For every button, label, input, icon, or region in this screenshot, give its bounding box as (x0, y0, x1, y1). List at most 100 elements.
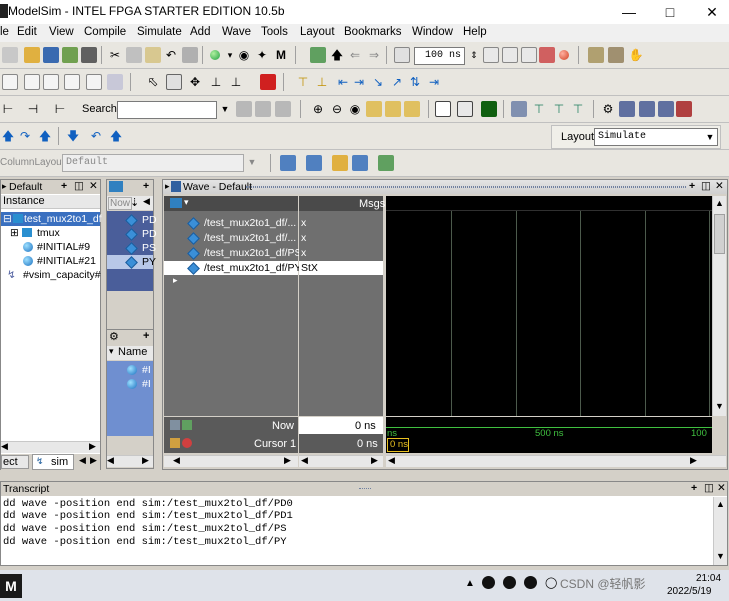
eraser-icon[interactable] (107, 74, 123, 90)
format-3-icon[interactable] (481, 101, 497, 117)
menu-help[interactable]: Help (463, 26, 487, 38)
hand-icon[interactable]: ✋ (628, 47, 644, 63)
scroll-right-icon[interactable]: ▶ (142, 455, 149, 466)
open-folder-icon[interactable] (24, 47, 40, 63)
binoculars-icon[interactable]: ◉ (236, 47, 252, 63)
table-icon[interactable] (658, 101, 674, 117)
menu-edit[interactable]: Edit (17, 26, 37, 38)
tree-item-initial-21[interactable]: #INITIAL#21 (1, 254, 100, 268)
close-panel-icon[interactable]: ✕ (89, 180, 98, 192)
menu-compile[interactable]: Compile (84, 26, 126, 38)
menu-layout[interactable]: Layout (300, 26, 335, 38)
search-prev-icon[interactable] (255, 101, 271, 117)
wave-expand-icon[interactable]: ⊢ (0, 101, 16, 117)
zoom-out-icon[interactable]: ⊖ (329, 101, 345, 117)
scroll-left-icon[interactable]: ◀ (1, 441, 8, 452)
menu-file[interactable]: le (0, 26, 9, 38)
edit-bars-icon[interactable]: ⊥ (208, 74, 224, 90)
add-wave-icon[interactable] (280, 155, 296, 171)
run-icon[interactable] (483, 47, 499, 63)
zoom-in-icon[interactable]: ⊕ (310, 101, 326, 117)
cut-icon[interactable]: ✂ (107, 47, 123, 63)
wifi-icon[interactable]: ◯ (545, 576, 557, 589)
tab-scroll-left-icon[interactable]: ◀ (79, 455, 86, 466)
menu-wave[interactable]: Wave (222, 26, 251, 38)
memory-icon[interactable] (619, 101, 635, 117)
waveform-2-icon[interactable]: ⊤ (551, 101, 567, 117)
delete-cursor-icon[interactable]: ⊥ (314, 74, 330, 90)
names-hscrollbar[interactable]: ◀ ▶ (164, 455, 298, 467)
search-options-icon[interactable] (275, 101, 291, 117)
up-arrow-icon[interactable]: 🡅 (329, 47, 345, 63)
wave-collapse-icon[interactable]: ⊣ (25, 101, 41, 117)
process-item[interactable]: #I (107, 363, 153, 377)
object-item-py[interactable]: PY (107, 255, 156, 269)
new-icon[interactable] (2, 47, 18, 63)
step-back-out-icon[interactable]: 🡅 (108, 128, 124, 144)
objects-scroll-icon[interactable]: ◀ (143, 196, 150, 207)
menu-window[interactable]: Window (412, 26, 453, 38)
step-out-icon[interactable]: 🡅 (37, 128, 53, 144)
structure-hscrollbar[interactable]: ◀ ▶ (1, 441, 100, 453)
dock-icon[interactable]: + (691, 482, 697, 494)
delete-cursor-icon[interactable] (182, 438, 192, 448)
step-icon[interactable] (588, 47, 604, 63)
move-icon[interactable]: ✥ (187, 74, 203, 90)
search-dropdown-icon[interactable]: ▼ (217, 101, 233, 117)
stop-icon[interactable] (559, 50, 569, 60)
menu-add[interactable]: Add (190, 26, 210, 38)
toggle-1-icon[interactable] (2, 74, 18, 90)
forward-arrow-icon[interactable]: ⇒ (366, 47, 382, 63)
process-item[interactable]: #I (107, 377, 153, 391)
maximize-button[interactable]: □ (656, 2, 684, 22)
undo-icon[interactable]: ↶ (163, 47, 179, 63)
waveform-3-icon[interactable]: ⊤ (570, 101, 586, 117)
print-icon[interactable] (81, 47, 97, 63)
scroll-left-icon[interactable]: ◀ (301, 455, 308, 466)
column-layout-select[interactable]: Default (62, 154, 244, 172)
undock-icon[interactable]: ◫ (704, 482, 714, 494)
add-cursor-icon[interactable] (182, 420, 192, 430)
wave-signal-row[interactable]: /test_mux2to1_df/... (164, 216, 298, 230)
object-item-pd1[interactable]: PD (107, 227, 157, 241)
clear-icon[interactable] (676, 101, 692, 117)
wave-signal-row-selected[interactable]: /test_mux2to1_df/PY (164, 261, 301, 275)
back-arrow-icon[interactable]: ⇐ (347, 47, 363, 63)
zoom-last-icon[interactable] (404, 101, 420, 117)
edge-next-icon[interactable]: ⇥ (351, 74, 367, 90)
wave-vscrollbar[interactable]: ▲ ▼ (712, 196, 726, 416)
wave-step-icon[interactable]: ⊢ (52, 101, 68, 117)
undock-icon[interactable]: ◫ (74, 180, 84, 192)
dashed-icon[interactable] (511, 101, 527, 117)
close-panel-icon[interactable]: ✕ (715, 180, 724, 192)
edge-any-icon[interactable]: ⇅ (407, 74, 423, 90)
pointer-icon[interactable]: ⬁ (145, 74, 161, 90)
edit-bars-2-icon[interactable]: ⊥ (228, 74, 244, 90)
layout-dropdown-icon[interactable]: ▼ (702, 129, 718, 145)
minimize-button[interactable]: — (615, 2, 643, 22)
dataflow-icon[interactable] (310, 47, 326, 63)
list-icon[interactable] (639, 101, 655, 117)
format-2-icon[interactable] (457, 101, 473, 117)
tree-item-test-mux2to1-df[interactable]: ⊟ test_mux2to1_df (1, 212, 102, 226)
menu-view[interactable]: View (49, 26, 74, 38)
menu-tools[interactable]: Tools (261, 26, 288, 38)
wave-tools-icon[interactable] (170, 198, 182, 208)
scroll-down-icon[interactable]: ▼ (715, 401, 724, 411)
add-log-icon[interactable] (332, 155, 348, 171)
cursor-marker[interactable]: 0 ns (387, 438, 409, 452)
instance-column-header[interactable]: Instance (1, 195, 100, 209)
insert-cursor-icon[interactable]: ⊤ (295, 74, 311, 90)
continue-icon[interactable] (502, 47, 518, 63)
scroll-left-icon[interactable]: ◀ (173, 455, 180, 466)
waveform-area[interactable] (386, 196, 712, 416)
menu-simulate[interactable]: Simulate (137, 26, 182, 38)
scroll-up-icon[interactable]: ▲ (716, 499, 725, 509)
waveform-1-icon[interactable]: ⊤ (531, 101, 547, 117)
dock-icon[interactable]: + (143, 180, 149, 192)
scroll-left-icon[interactable]: ◀ (107, 455, 114, 466)
wave-signal-row[interactable]: /test_mux2to1_df/... (164, 231, 298, 245)
zoom-cursor-icon[interactable] (366, 101, 382, 117)
object-item-ps[interactable]: PS (107, 241, 156, 255)
scroll-right-icon[interactable]: ▶ (89, 441, 96, 452)
